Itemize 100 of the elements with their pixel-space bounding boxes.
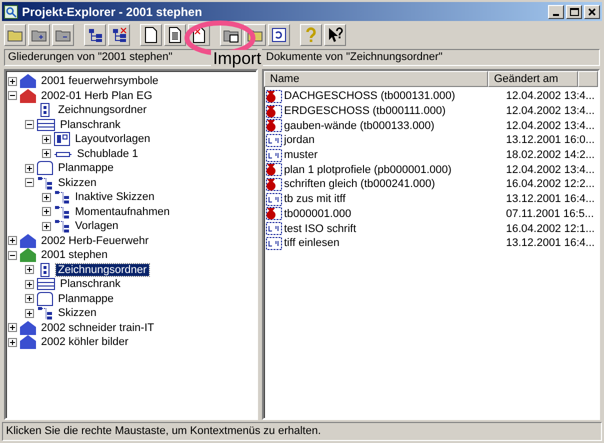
tree-delete-icon	[111, 27, 127, 43]
sketches-icon	[54, 190, 70, 204]
context-help-button[interactable]	[324, 24, 346, 46]
sketches-icon	[54, 219, 70, 234]
collapse-toggle[interactable]	[25, 120, 34, 130]
tree-item[interactable]: Zeichnungsordner	[56, 264, 149, 276]
file-name[interactable]: muster	[284, 149, 506, 162]
file-name[interactable]: tb000001.000	[284, 208, 506, 220]
sketch-file-icon	[266, 192, 282, 206]
file-name[interactable]: DACHGESCHOSS (tb000131.000)	[284, 90, 506, 102]
tree-item[interactable]: 2002 köhler bilder	[39, 336, 130, 348]
collapse-toggle[interactable]	[8, 250, 17, 260]
modified-date: 16.04.2002 12:2...	[506, 178, 595, 190]
tree-item[interactable]: Skizzen	[56, 176, 99, 189]
tree-item[interactable]: Schublade 1	[75, 148, 140, 160]
cabinet-icon	[37, 277, 55, 292]
column-header[interactable]: Geändert am	[488, 71, 578, 87]
tree-item[interactable]: Zeichnungsordner	[56, 104, 149, 116]
tree-delete-button[interactable]	[108, 24, 130, 46]
folder-remove-button[interactable]	[52, 24, 74, 46]
modified-date: 07.11.2001 16:5...	[506, 208, 594, 220]
close-button[interactable]	[584, 4, 600, 18]
maximize-button[interactable]	[566, 4, 582, 18]
expand-toggle[interactable]	[8, 338, 17, 347]
refresh-button[interactable]	[268, 24, 290, 46]
modified-date: 18.02.2002 14:2...	[506, 149, 595, 162]
modified-date: 13.12.2001 16:0...	[506, 134, 595, 146]
minimize-button[interactable]	[548, 4, 564, 18]
tree-item[interactable]: 2001 feuerwehrsymbole	[39, 75, 160, 88]
file-name[interactable]: tb zus mit itff	[284, 193, 506, 206]
file-name[interactable]: ERDGESCHOSS (tb000111.000)	[284, 105, 506, 118]
layout-icon	[54, 132, 70, 146]
help-icon	[305, 27, 317, 43]
expand-toggle[interactable]	[8, 236, 17, 246]
tree-item[interactable]: 2002 Herb-Feuerwehr	[39, 234, 151, 247]
modified-date: 13.12.2001 16:4...	[506, 237, 595, 250]
help-button[interactable]	[300, 24, 322, 46]
expand-toggle[interactable]	[42, 207, 51, 216]
plus-icon	[27, 166, 32, 171]
sketches-icon	[37, 306, 53, 320]
expand-toggle[interactable]	[25, 265, 34, 274]
modified-date: 16.04.2002 12:1...	[506, 222, 595, 235]
column-header[interactable]: Name	[264, 71, 488, 87]
document-icon	[168, 27, 182, 43]
drawing-file-icon	[266, 90, 282, 103]
tree-item[interactable]: 2002-01 Herb Plan EG	[39, 90, 154, 102]
tree-item[interactable]: 2001 stephen	[39, 249, 110, 262]
modified-date: 12.04.2002 13:4...	[506, 120, 595, 132]
minus-icon	[27, 122, 32, 128]
file-name[interactable]: jordan	[284, 134, 506, 146]
plus-icon	[27, 267, 32, 272]
tree-item[interactable]: Skizzen	[56, 307, 99, 320]
tree-add-icon	[87, 27, 103, 43]
file-name[interactable]: tiff einlesen	[284, 237, 506, 250]
file-name[interactable]: gauben-wände (tb000133.000)	[284, 120, 506, 132]
sketches-icon	[54, 204, 70, 219]
folder-add-button[interactable]	[28, 24, 50, 46]
expand-toggle[interactable]	[8, 323, 17, 332]
file-name[interactable]: plan 1 plotprofiele (pb000001.000)	[284, 164, 506, 176]
maximize-icon	[570, 8, 578, 16]
expand-toggle[interactable]	[25, 294, 34, 304]
plus-icon	[27, 296, 32, 302]
file-name[interactable]: schriften gleich (tb000241.000)	[284, 178, 506, 190]
tree-item[interactable]: Planmappe	[56, 292, 116, 305]
drawing-file-icon	[266, 163, 282, 176]
plus-icon	[44, 224, 49, 229]
collapse-toggle[interactable]	[25, 178, 34, 188]
sketch-file-icon	[266, 134, 282, 147]
sketch-file-icon	[266, 222, 282, 236]
page-button[interactable]	[140, 24, 162, 46]
drawing-file-icon	[266, 104, 282, 118]
folder-button[interactable]	[4, 24, 26, 46]
plus-icon	[27, 282, 32, 287]
tree-item[interactable]: Planmappe	[56, 162, 116, 174]
window-title: Projekt-Explorer - 2001 stephen	[22, 4, 202, 18]
expand-toggle[interactable]	[25, 308, 34, 318]
tree-item[interactable]: Planschrank	[58, 278, 123, 290]
tree-item[interactable]: 2002 schneider train-IT	[39, 322, 156, 334]
tree-item[interactable]: Vorlagen	[73, 220, 120, 232]
tree-item[interactable]: Planschrank	[58, 118, 123, 131]
expand-toggle[interactable]	[8, 76, 17, 86]
document-button[interactable]	[164, 24, 186, 46]
sketches-icon	[37, 176, 53, 190]
expand-toggle[interactable]	[42, 149, 51, 158]
cabinet-icon	[37, 118, 55, 132]
page-icon	[144, 27, 158, 43]
portfolio-icon	[37, 161, 53, 176]
expand-toggle[interactable]	[25, 164, 34, 173]
tree-item[interactable]: Layoutvorlagen	[73, 133, 152, 146]
collapse-toggle[interactable]	[8, 91, 17, 100]
file-name[interactable]: test ISO schrift	[284, 222, 506, 235]
expand-toggle[interactable]	[42, 192, 51, 202]
expand-toggle[interactable]	[25, 280, 34, 289]
expand-toggle[interactable]	[42, 222, 51, 231]
sketch-file-icon	[266, 148, 282, 162]
minimize-icon	[553, 14, 559, 16]
tree-item[interactable]: Inaktive Skizzen	[73, 191, 156, 204]
tree-item[interactable]: Momentaufnahmen	[73, 206, 172, 218]
tree-add-button[interactable]	[84, 24, 106, 46]
expand-toggle[interactable]	[42, 134, 51, 144]
